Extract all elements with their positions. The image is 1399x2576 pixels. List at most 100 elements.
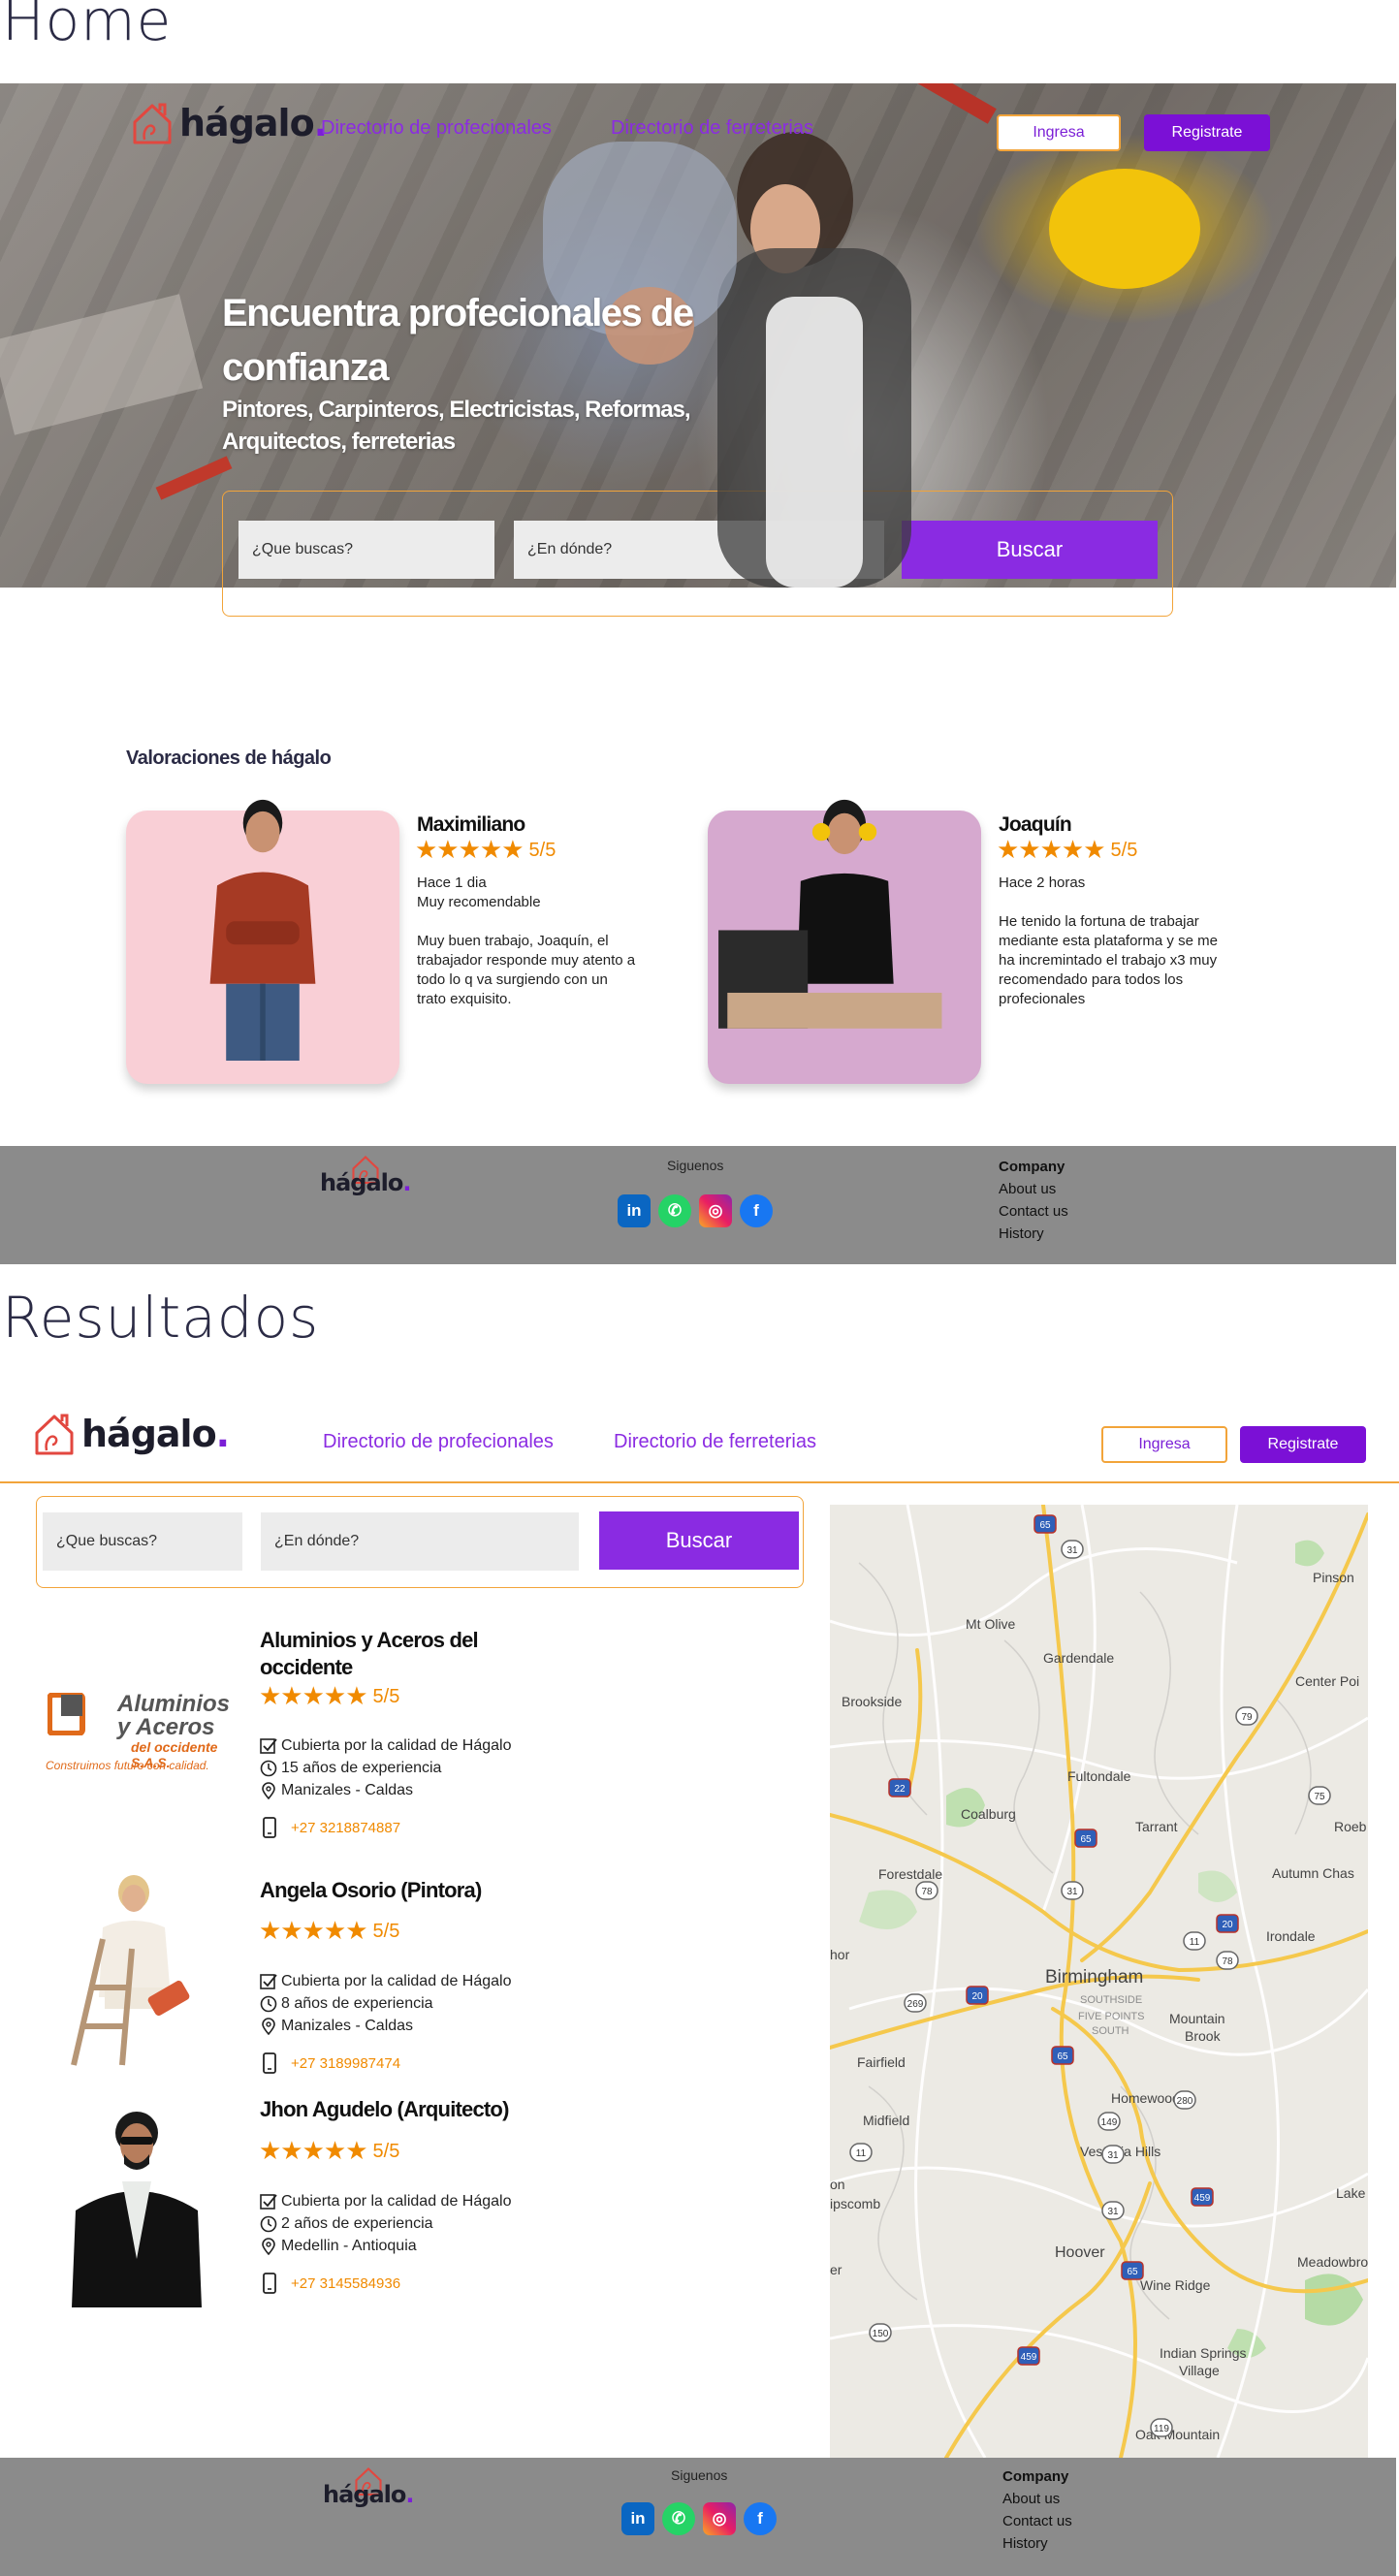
map-place-label: Mountain xyxy=(1169,2011,1225,2026)
phone-icon xyxy=(263,2273,276,2294)
shield-number: 65 xyxy=(1080,1834,1092,1845)
result-name[interactable]: Aluminios y Aceros del occidente xyxy=(260,1627,479,1681)
result-name[interactable]: Jhon Agudelo (Arquitecto) xyxy=(260,2096,509,2123)
linkedin-icon[interactable]: in xyxy=(618,1194,651,1227)
review-photo-maximiliano xyxy=(126,799,399,1084)
experience-feature: 2 años de experiencia xyxy=(260,2215,433,2233)
contact-us-link[interactable]: Contact us xyxy=(1002,2510,1072,2532)
nav-link-professionals[interactable]: Directorio de profecionales xyxy=(321,117,552,140)
location-text: Manizales - Caldas xyxy=(281,2018,414,2034)
nav-link-professionals[interactable]: Directorio de profecionales xyxy=(323,1431,554,1453)
phone-link[interactable]: +27 3145584936 xyxy=(262,2273,400,2294)
login-button[interactable]: Ingresa xyxy=(1101,1426,1227,1463)
history-link[interactable]: History xyxy=(999,1223,1068,1245)
whatsapp-icon[interactable]: ✆ xyxy=(662,2502,695,2535)
location-text: Manizales - Caldas xyxy=(281,1782,414,1798)
shield-number: 65 xyxy=(1039,1520,1051,1531)
map-place-label: er xyxy=(830,2262,843,2277)
contact-us-link[interactable]: Contact us xyxy=(999,1200,1068,1223)
location-pin-icon xyxy=(262,2238,275,2255)
review-body: Muy buen trabajo, Joaquín, el trabajador… xyxy=(417,933,636,1007)
reviewer-name: Maximiliano xyxy=(417,813,525,836)
highway-shield-icon: 119 xyxy=(1150,2418,1173,2437)
interstate-shield-icon: 459 xyxy=(1017,2346,1040,2366)
map-place-label: Fairfield xyxy=(857,2054,906,2070)
phone-link[interactable]: +27 3189987474 xyxy=(262,2052,400,2074)
highway-shield-icon: 149 xyxy=(1097,2112,1121,2131)
phone-link[interactable]: +27 3218874887 xyxy=(262,1817,400,1838)
star-icons: ★★★★★ xyxy=(415,836,525,865)
map-place-label: SOUTH xyxy=(1092,2025,1129,2037)
shield-number: 280 xyxy=(1177,2096,1193,2107)
location-text: Medellin - Antioquia xyxy=(281,2238,417,2254)
rating-stars: ★★★★★ 5/5 xyxy=(259,1682,399,1711)
results-section-title: Resultados xyxy=(2,1285,320,1351)
map-place-label: Meadowbrook xyxy=(1297,2254,1368,2270)
logo-wordmark: hágalo xyxy=(179,102,315,144)
result-name[interactable]: Angela Osorio (Pintora) xyxy=(260,1877,482,1904)
experience-text: 8 años de experiencia xyxy=(281,1995,433,2012)
home-section-title: Home xyxy=(2,0,173,53)
experience-feature: 15 años de experiencia xyxy=(260,1760,441,1777)
register-button[interactable]: Registrate xyxy=(1144,114,1270,151)
interstate-shield-icon: 20 xyxy=(1216,1914,1239,1933)
nav-link-hardware-stores[interactable]: Directorio de ferreterias xyxy=(614,1431,816,1453)
coverage-feature: Cubierta por la calidad de Hágalo xyxy=(260,1737,511,1755)
register-button[interactable]: Registrate xyxy=(1240,1426,1366,1463)
rating-score: 5/5 xyxy=(372,2140,400,2162)
nav-link-hardware-stores[interactable]: Directorio de ferreterias xyxy=(611,117,813,140)
linkedin-icon[interactable]: in xyxy=(621,2502,654,2535)
highway-shield-icon: 31 xyxy=(1101,2145,1125,2164)
map-place-label: Gardendale xyxy=(1043,1650,1114,1666)
header-divider xyxy=(0,1481,1399,1483)
history-link[interactable]: History xyxy=(1002,2532,1072,2555)
hagalo-logo[interactable]: hágalo. xyxy=(131,101,328,145)
rating-score: 5/5 xyxy=(528,839,556,861)
results-map[interactable]: Mt Olive Gardendale Pinson Center Poi Brooks… xyxy=(830,1505,1368,2458)
checkbox-icon xyxy=(260,2194,277,2210)
shield-number: 75 xyxy=(1314,1792,1325,1802)
follow-label: Siguenos xyxy=(671,2467,728,2483)
rating-stars: ★★★★★ 5/5 xyxy=(259,1917,399,1946)
whatsapp-icon[interactable]: ✆ xyxy=(658,1194,691,1227)
rating-stars: ★★★★★ 5/5 xyxy=(415,836,556,865)
search-what-input[interactable]: ¿Que buscas? xyxy=(43,1512,242,1571)
map-canvas[interactable]: Mt Olive Gardendale Pinson Center Poi Brooks… xyxy=(830,1505,1368,2458)
highway-shield-icon: 31 xyxy=(1101,2201,1125,2220)
about-us-link[interactable]: About us xyxy=(999,1178,1068,1200)
map-place-label: hor xyxy=(830,1947,850,1962)
login-button[interactable]: Ingresa xyxy=(997,114,1121,151)
map-place-label: Fultondale xyxy=(1067,1768,1131,1784)
shield-number: 20 xyxy=(971,1991,983,2002)
highway-shield-icon: 31 xyxy=(1061,1881,1084,1900)
house-logo-icon xyxy=(35,1414,74,1455)
logo-wordmark: hágalo xyxy=(81,1413,217,1455)
rating-stars: ★★★★★ 5/5 xyxy=(997,836,1137,865)
company-logo-line2: y Aceros xyxy=(117,1714,215,1740)
footer: hágalo. Siguenos in ✆ ◎ f Company About … xyxy=(0,1146,1396,1264)
search-button[interactable]: Buscar xyxy=(599,1511,799,1570)
house-logo-icon xyxy=(133,103,172,144)
hagalo-logo[interactable]: hágalo. xyxy=(33,1412,230,1456)
rating-score: 5/5 xyxy=(1110,839,1138,861)
footer-logo[interactable]: hágalo. xyxy=(323,2465,415,2508)
highway-shield-icon: 11 xyxy=(849,2143,873,2162)
map-place-label: SOUTHSIDE xyxy=(1080,1994,1142,2006)
instagram-icon[interactable]: ◎ xyxy=(699,1194,732,1227)
map-place-label: Irondale xyxy=(1266,1928,1316,1944)
search-where-input[interactable]: ¿En dónde? xyxy=(261,1512,579,1571)
footer-logo[interactable]: hágalo. xyxy=(320,1154,412,1196)
highway-shield-icon: 78 xyxy=(1216,1951,1239,1970)
about-us-link[interactable]: About us xyxy=(1002,2488,1072,2510)
instagram-icon[interactable]: ◎ xyxy=(703,2502,736,2535)
shield-number: 31 xyxy=(1066,1545,1078,1556)
phone-number: +27 3145584936 xyxy=(291,2274,401,2292)
location-feature: Medellin - Antioquia xyxy=(260,2238,417,2255)
phone-icon xyxy=(263,1817,276,1838)
facebook-icon[interactable]: f xyxy=(744,2502,777,2535)
coverage-text: Cubierta por la calidad de Hágalo xyxy=(281,1973,512,1989)
phone-number: +27 3189987474 xyxy=(291,2054,401,2072)
shield-number: 22 xyxy=(894,1784,906,1795)
facebook-icon[interactable]: f xyxy=(740,1194,773,1227)
shield-number: 459 xyxy=(1021,2352,1037,2363)
